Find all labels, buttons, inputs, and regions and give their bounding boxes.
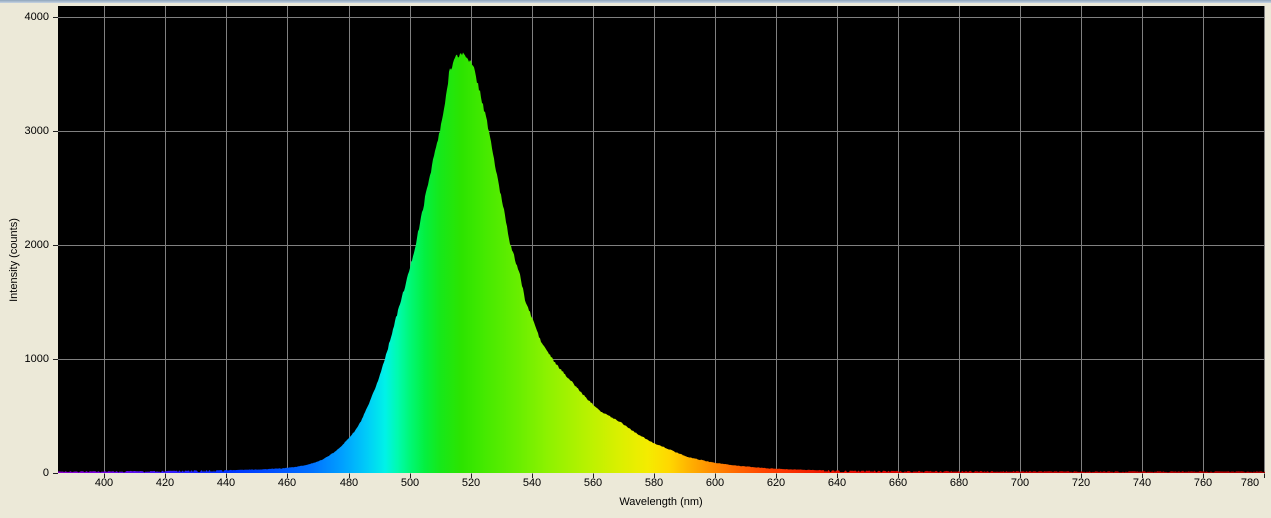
x-tick-label-700: 700 bbox=[1010, 477, 1030, 489]
plot-background bbox=[58, 6, 1265, 473]
x-tick-label-520: 520 bbox=[461, 477, 481, 489]
x-tick-label-580: 580 bbox=[644, 477, 664, 489]
x-tick-label-400: 400 bbox=[94, 477, 114, 489]
y-axis-title: Intensity (counts) bbox=[8, 218, 20, 302]
x-tick-label-480: 480 bbox=[339, 477, 359, 489]
x-tick-label-660: 660 bbox=[888, 477, 908, 489]
y-tick-label-4000: 4000 bbox=[24, 11, 49, 23]
x-tick-label-500: 500 bbox=[400, 477, 420, 489]
x-tick-label-620: 620 bbox=[766, 477, 786, 489]
y-tick-label-2000: 2000 bbox=[24, 239, 49, 251]
x-tick-label-720: 720 bbox=[1071, 477, 1091, 489]
plot-area[interactable] bbox=[0, 0, 1271, 518]
x-tick-label-460: 460 bbox=[277, 477, 297, 489]
x-tick-label-440: 440 bbox=[216, 477, 236, 489]
x-tick-label-640: 640 bbox=[827, 477, 847, 489]
x-tick-label-560: 560 bbox=[583, 477, 603, 489]
x-tick-label-600: 600 bbox=[705, 477, 725, 489]
x-tick-label-760: 760 bbox=[1193, 477, 1213, 489]
x-tick-label-540: 540 bbox=[522, 477, 542, 489]
x-tick-label-680: 680 bbox=[949, 477, 969, 489]
x-tick-label-420: 420 bbox=[155, 477, 175, 489]
y-tick-label-1000: 1000 bbox=[24, 353, 49, 365]
y-tick-label-0: 0 bbox=[42, 467, 49, 479]
y-tick-label-3000: 3000 bbox=[24, 125, 49, 137]
x-tick-label-780: 780 bbox=[1240, 477, 1260, 489]
spectrum-chart: Intensity (counts) Wavelength (nm) 400 42… bbox=[0, 0, 1271, 518]
x-axis-title: Wavelength (nm) bbox=[619, 496, 703, 508]
x-tick-label-740: 740 bbox=[1132, 477, 1152, 489]
